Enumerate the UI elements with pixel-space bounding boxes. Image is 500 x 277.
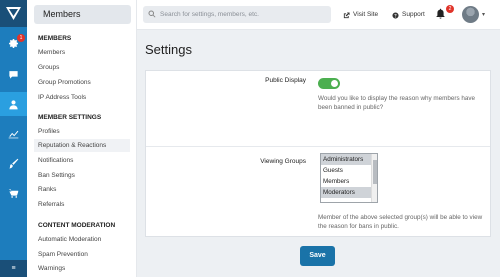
- settings-badge: 1: [17, 34, 25, 42]
- section-content-moderation-title: CONTENT MODERATION: [38, 222, 116, 229]
- chart-icon: [8, 130, 19, 138]
- menu-toggle-icon[interactable]: ≡: [0, 260, 27, 277]
- subnav-item-notifications[interactable]: Notifications: [34, 154, 130, 167]
- search-icon: [148, 10, 156, 18]
- subnav-item-reputation-reactions[interactable]: Reputation & Reactions: [34, 139, 130, 152]
- chat-icon: [9, 70, 18, 79]
- avatar[interactable]: [462, 6, 479, 23]
- external-link-icon: [343, 11, 350, 18]
- viewing-groups-select[interactable]: Administrators Guests Members Moderators: [320, 153, 378, 203]
- subnav-item-group-promotions[interactable]: Group Promotions: [34, 76, 130, 89]
- option-administrators[interactable]: Administrators: [321, 154, 371, 165]
- statistics-nav[interactable]: [0, 122, 27, 144]
- brush-icon: [9, 158, 19, 168]
- settings-nav[interactable]: 1: [0, 32, 27, 54]
- chevron-down-icon[interactable]: ▾: [482, 11, 485, 18]
- viewing-groups-label: Viewing Groups: [260, 158, 306, 165]
- help-circle-icon: [392, 11, 399, 19]
- page-title: Settings: [145, 42, 192, 57]
- search-placeholder: Search for settings, members, etc.: [160, 11, 259, 18]
- divider: [146, 146, 490, 147]
- subnav-item-spam-prevention[interactable]: Spam Prevention: [34, 248, 130, 261]
- visit-site-label: Visit Site: [353, 11, 379, 18]
- option-members[interactable]: Members: [321, 176, 371, 187]
- subnav-item-ranks[interactable]: Ranks: [34, 183, 130, 196]
- visit-site-link[interactable]: Visit Site: [343, 0, 378, 30]
- bell-icon: [436, 8, 445, 19]
- save-button[interactable]: Save: [300, 246, 335, 266]
- subnav-item-members[interactable]: Members: [34, 46, 130, 59]
- main-content: Settings Public Display Would you like t…: [137, 30, 500, 277]
- toggle-knob: [331, 80, 338, 87]
- logo-icon: [6, 7, 21, 20]
- commerce-nav[interactable]: [0, 182, 27, 204]
- public-display-toggle[interactable]: [318, 78, 340, 89]
- subnav-item-automatic-moderation[interactable]: Automatic Moderation: [34, 233, 130, 246]
- top-bar: Search for settings, members, etc. Visit…: [137, 0, 500, 30]
- discussions-nav[interactable]: [0, 63, 27, 85]
- settings-panel: Public Display Would you like to display…: [145, 70, 491, 237]
- notification-badge: 2: [446, 5, 454, 13]
- section-member-settings-title: MEMBER SETTINGS: [38, 114, 102, 121]
- members-subnav: Members MEMBERS Members Groups Group Pro…: [27, 0, 162, 277]
- icon-sidebar: 1 ≡: [0, 0, 27, 277]
- option-guests[interactable]: Guests: [321, 165, 371, 176]
- logo[interactable]: [0, 0, 27, 27]
- subnav-item-warnings[interactable]: Warnings: [34, 262, 130, 275]
- support-link[interactable]: Support: [392, 0, 425, 30]
- listbox-scrollbar[interactable]: [371, 154, 377, 202]
- members-nav[interactable]: [0, 92, 27, 116]
- subnav-item-ban-settings[interactable]: Ban Settings: [34, 169, 130, 182]
- themes-nav[interactable]: [0, 152, 27, 174]
- subnav-title: Members: [34, 5, 131, 24]
- support-label: Support: [402, 11, 425, 18]
- user-icon: [9, 99, 18, 109]
- cart-icon: [8, 188, 19, 198]
- subnav-item-referrals[interactable]: Referrals: [34, 198, 130, 211]
- search-input[interactable]: Search for settings, members, etc.: [143, 6, 331, 23]
- viewing-groups-hint: Member of the above selected group(s) wi…: [318, 214, 483, 230]
- public-display-label: Public Display: [265, 77, 306, 84]
- subnav-item-groups[interactable]: Groups: [34, 61, 130, 74]
- public-display-hint: Would you like to display the reason why…: [318, 95, 476, 111]
- listbox-scroll-thumb[interactable]: [373, 160, 377, 184]
- subnav-item-ip-address-tools[interactable]: IP Address Tools: [34, 91, 130, 104]
- option-moderators[interactable]: Moderators: [321, 187, 371, 198]
- section-members-title: MEMBERS: [38, 35, 72, 42]
- subnav-item-profiles[interactable]: Profiles: [34, 125, 130, 138]
